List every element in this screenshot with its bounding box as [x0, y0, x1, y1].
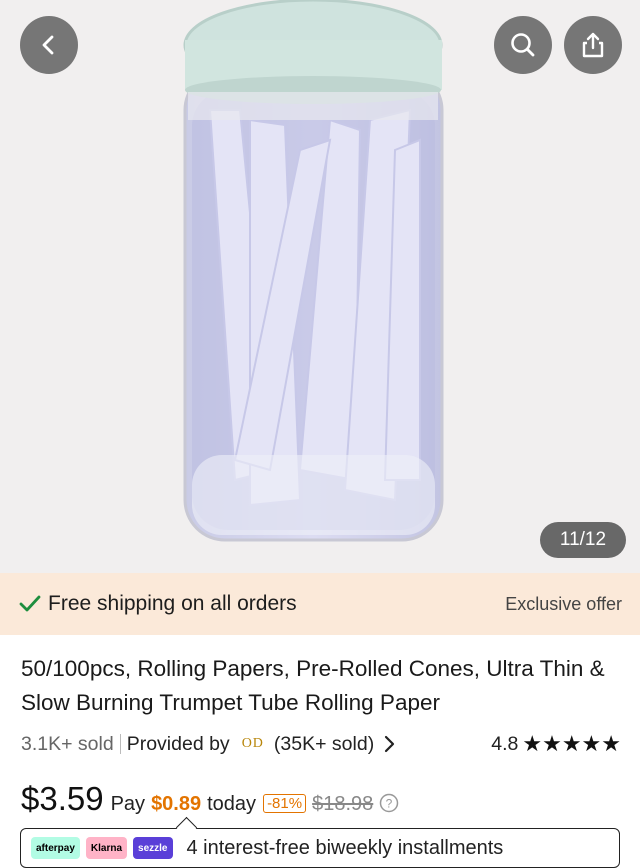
svg-text:?: ?: [386, 797, 393, 811]
rating-stars: ★★★★★: [522, 731, 621, 756]
price-row: $3.59 Pay $0.89 today -81% $18.98 ?: [21, 780, 399, 824]
share-button[interactable]: [564, 16, 622, 74]
sold-count: 3.1K+ sold: [21, 732, 114, 755]
free-shipping-text: Free shipping on all orders: [48, 592, 297, 615]
search-button[interactable]: [494, 16, 552, 74]
exclusive-offer-label: Exclusive offer: [505, 593, 622, 614]
today-label: today: [207, 793, 257, 815]
installments-box[interactable]: afterpay Klarna sezzle 4 interest-free b…: [20, 816, 620, 868]
pay-label: Pay: [110, 793, 146, 815]
image-counter: 11/12: [540, 522, 626, 558]
chevron-right-icon[interactable]: [382, 735, 396, 753]
info-icon[interactable]: ?: [379, 793, 399, 813]
afterpay-badge: afterpay: [31, 837, 80, 859]
discount-badge: -81%: [263, 794, 307, 813]
share-icon: [582, 32, 604, 58]
chevron-left-icon: [42, 35, 54, 55]
free-shipping-banner[interactable]: Free shipping on all orders Exclusive of…: [0, 573, 640, 635]
sezzle-badge: sezzle: [133, 837, 173, 859]
rating-value: 4.8: [491, 732, 519, 755]
provider-logo[interactable]: OD: [242, 736, 264, 752]
search-icon: [511, 33, 535, 57]
free-shipping-info: Free shipping on all orders: [18, 592, 297, 616]
current-price: $3.59: [21, 780, 104, 817]
product-title: 50/100pcs, Rolling Papers, Pre-Rolled Co…: [21, 656, 605, 715]
original-price: $18.98: [312, 793, 374, 815]
pay-today-amount: $0.89: [151, 793, 202, 815]
provider-sold-count[interactable]: (35K+ sold): [274, 733, 374, 756]
provided-by-label: Provided by: [126, 732, 230, 755]
rating[interactable]: 4.8 ★★★★★: [491, 731, 621, 757]
product-meta-row: 3.1K+ sold Provided by OD (35K+ sold) 4.…: [21, 729, 621, 759]
installments-text: 4 interest-free biweekly installments: [186, 836, 504, 859]
check-icon: [19, 595, 41, 612]
back-button[interactable]: [20, 16, 78, 74]
product-image: [183, 0, 444, 542]
product-image-gallery[interactable]: 11/12: [0, 0, 640, 573]
klarna-badge: Klarna: [85, 837, 128, 859]
meta-divider: [119, 734, 121, 754]
